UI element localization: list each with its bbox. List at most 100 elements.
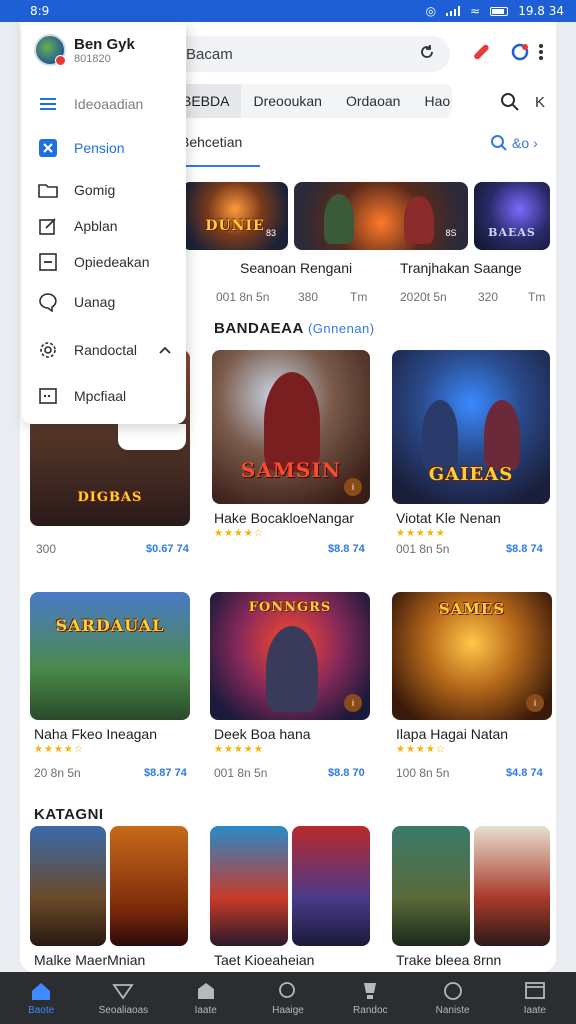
game-title: Deek Boa hana <box>214 726 311 742</box>
drawer-item-7[interactable]: Mpcfiaal <box>22 378 186 414</box>
rating-stars: ★★★★★ <box>396 528 446 539</box>
game-card-art[interactable]: SAMES i <box>392 592 552 720</box>
drawer-item-6[interactable]: Randoctal <box>22 332 186 368</box>
nav-label: Naniste <box>435 1004 470 1016</box>
nav-profile[interactable]: Naniste <box>418 981 488 1016</box>
category-tile[interactable] <box>210 826 288 946</box>
game-tile-top-3[interactable]: BAEAS <box>474 182 550 250</box>
rating-stars: ★★★★★ <box>214 744 264 755</box>
game-price: $8.8 70 <box>328 767 365 779</box>
search-nav-icon <box>279 981 295 998</box>
tile-text: SAMSIN <box>240 458 342 482</box>
game-tile-top-2[interactable]: 8S <box>294 182 468 250</box>
game-title: Seanoan Rengani <box>240 260 353 276</box>
game-card-art[interactable]: SAMSIN i <box>212 350 370 504</box>
battery-text: 19.8 34 <box>518 4 564 18</box>
game-title: Naha Fkeo Ineagan <box>34 726 157 742</box>
drawer-item-5[interactable]: Uanag <box>22 284 186 320</box>
game-price: $8.8 74 <box>506 543 543 555</box>
tab-1[interactable]: Dreooukan <box>241 84 334 118</box>
drawer-item-3[interactable]: Apblan <box>22 208 186 244</box>
rating-stars: ★★★★☆ <box>34 744 84 755</box>
message-icon <box>38 386 58 406</box>
game-price: $8.87 74 <box>144 767 187 779</box>
side-drawer: Ben Gyk 801820 Ideoaadian Pension Gomig … <box>22 22 186 424</box>
chat-icon <box>38 292 58 312</box>
category-tile[interactable] <box>292 826 370 946</box>
nav-library[interactable]: Iaate <box>171 981 241 1016</box>
nav-explore[interactable]: Seoaliaoas <box>88 981 158 1016</box>
nav-label: Iaate <box>523 1004 546 1016</box>
game-card-art[interactable]: SARDAUAL <box>30 592 190 720</box>
drawer-item-2[interactable]: Gomig <box>22 172 186 208</box>
nav-random[interactable]: Randoc <box>335 981 405 1016</box>
game-meta: 001 8n 5n <box>216 290 270 304</box>
game-meta: 100 8n 5n <box>396 766 450 780</box>
character-figure <box>266 626 318 712</box>
store-icon <box>197 982 214 999</box>
section-title-text: BANDAEAA <box>214 320 304 337</box>
list-icon <box>38 94 58 114</box>
nav-settings[interactable]: Iaate <box>500 981 570 1016</box>
nav-label: Seoaliaoas <box>98 1004 149 1016</box>
game-card-art[interactable]: FONNGRS i <box>210 592 370 720</box>
send-icon <box>112 983 135 1000</box>
tile-text: DIGBAS <box>77 490 143 505</box>
subtab-label[interactable]: Behcetian <box>180 134 242 150</box>
status-icons: ◎ ≈ 19.8 34 <box>426 4 564 18</box>
game-title: Tranjhakan Saange <box>400 260 522 276</box>
close-icon[interactable]: K <box>530 90 550 114</box>
profile-sub: 801820 <box>74 52 111 65</box>
nav-label: Baote <box>28 1004 55 1016</box>
tile-badge: 8S <box>445 228 457 238</box>
category-title: Trake bleea 8rnn <box>396 952 502 968</box>
bottom-nav: Baote Seoaliaoas Iaate Haaige Randoc Nan… <box>0 972 576 1024</box>
drawer-item-label: Apblan <box>74 218 118 234</box>
sync-icon: ◎ <box>425 4 437 18</box>
drawer-item-1[interactable]: Pension <box>22 130 186 166</box>
nav-home[interactable]: Baote <box>6 981 76 1016</box>
tab-3[interactable]: Hao <box>412 84 462 118</box>
character-figure <box>404 196 434 244</box>
more-menu-icon[interactable] <box>532 36 550 68</box>
drawer-item-4[interactable]: Opiedeakan <box>22 244 186 280</box>
nav-search[interactable]: Haaige <box>253 981 323 1016</box>
drawer-item-0[interactable]: Ideoaadian <box>22 86 186 122</box>
wrench-icon[interactable] <box>464 36 496 68</box>
game-meta: Tm <box>350 290 368 304</box>
tile-text: SARDAUAL <box>55 616 165 635</box>
puzzle-icon <box>38 138 58 158</box>
see-more-link[interactable]: &o › <box>490 134 538 152</box>
search-icon[interactable] <box>498 90 522 114</box>
game-meta: 001 8n 5n <box>396 542 450 556</box>
avatar <box>34 34 66 66</box>
tab-2[interactable]: Ordaoan <box>334 84 412 118</box>
category-title: Malke MaerMnian <box>34 952 146 968</box>
sync-search-icon[interactable] <box>418 43 436 66</box>
character-figure <box>264 372 320 472</box>
game-meta: 20 8n 5n <box>34 766 81 780</box>
tile-text: FONNGRS <box>248 600 332 615</box>
drawer-item-label: Pension <box>74 140 125 156</box>
game-meta: 2020t 5n <box>400 290 447 304</box>
search-input[interactable]: Bacam <box>170 36 450 72</box>
profile-header[interactable]: Ben Gyk 801820 <box>34 34 135 66</box>
game-price: $0.67 74 <box>146 543 189 555</box>
drawer-item-label: Mpcfiaal <box>74 388 127 404</box>
status-time: 8:9 <box>30 4 50 18</box>
game-meta: 380 <box>298 290 319 304</box>
game-title: Viotat Kle Nenan <box>396 510 501 526</box>
drawer-item-label: Opiedeakan <box>74 254 150 270</box>
character-figure <box>422 400 458 470</box>
category-tile[interactable] <box>474 826 550 946</box>
game-meta: 320 <box>478 290 499 304</box>
search-small-icon <box>491 135 507 151</box>
game-card-art[interactable]: GAIEAS <box>392 350 550 504</box>
window-icon <box>524 981 545 999</box>
game-tile-top-1[interactable]: DUNIE 83 <box>182 182 288 250</box>
chevron-up-icon[interactable] <box>158 342 172 358</box>
category-tile[interactable] <box>110 826 188 946</box>
category-tile[interactable] <box>30 826 106 946</box>
category-tile[interactable] <box>392 826 470 946</box>
section-subtitle[interactable]: (Gnnenan) <box>308 321 375 336</box>
